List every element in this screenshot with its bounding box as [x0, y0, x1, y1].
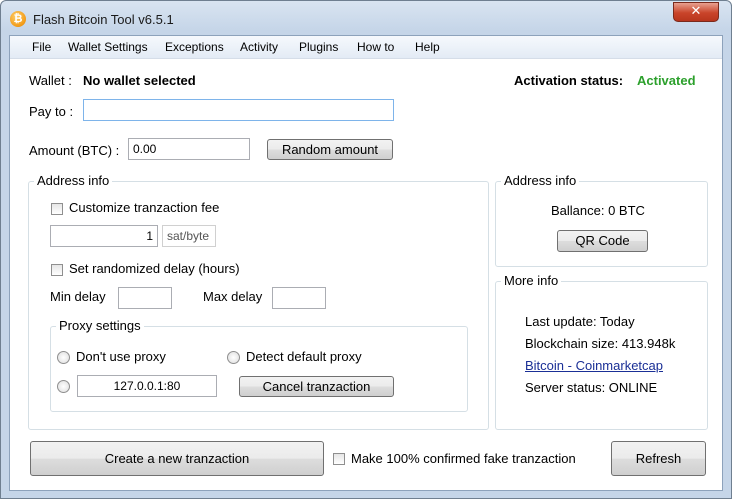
customize-fee-checkbox[interactable]: [51, 203, 63, 215]
fee-unit: sat/byte: [162, 225, 216, 247]
random-amount-button[interactable]: Random amount: [267, 139, 393, 160]
activation-label: Activation status:: [514, 73, 624, 88]
menu-activity[interactable]: Activity: [240, 40, 278, 54]
proxy-settings-title: Proxy settings: [56, 318, 144, 333]
create-tranzaction-button[interactable]: Create a new tranzaction: [30, 441, 324, 476]
max-delay-input[interactable]: [272, 287, 326, 309]
title-bar[interactable]: ₿ Flash Bitcoin Tool v6.5.1 ✕: [1, 1, 731, 35]
menu-bar: File Wallet Settings Exceptions Activity…: [10, 36, 722, 59]
dont-use-proxy-label: Don't use proxy: [76, 349, 166, 364]
wallet-value: No wallet selected: [83, 73, 196, 88]
detect-default-proxy-radio[interactable]: [227, 351, 240, 364]
menu-wallet-settings[interactable]: Wallet Settings: [68, 40, 148, 54]
randomized-delay-label: Set randomized delay (hours): [69, 261, 240, 276]
more-info-title: More info: [501, 273, 562, 288]
address-info-right-group: Address info Ballance: 0 BTC QR Code: [495, 173, 708, 267]
proxy-settings-group: Proxy settings Don't use proxy Detect de…: [50, 318, 468, 412]
detect-default-proxy-label: Detect default proxy: [246, 349, 362, 364]
activation-value: Activated: [637, 73, 696, 88]
app-window: ₿ Flash Bitcoin Tool v6.5.1 ✕ File Walle…: [0, 0, 732, 499]
custom-proxy-input[interactable]: 127.0.0.1:80: [77, 375, 217, 397]
dont-use-proxy-radio[interactable]: [57, 351, 70, 364]
menu-plugins[interactable]: Plugins: [299, 40, 338, 54]
fake-tranzaction-checkbox[interactable]: [333, 453, 345, 465]
address-info-right-title: Address info: [501, 173, 580, 188]
pay-to-label: Pay to :: [29, 104, 74, 119]
server-status-text: Server status: ONLINE: [525, 380, 658, 395]
cancel-tranzaction-button[interactable]: Cancel tranzaction: [239, 376, 394, 397]
menu-exceptions[interactable]: Exceptions: [165, 40, 224, 54]
fake-tranzaction-label: Make 100% confirmed fake tranzaction: [351, 451, 576, 466]
menu-how-to[interactable]: How to: [357, 40, 394, 54]
custom-proxy-radio[interactable]: [57, 380, 70, 393]
amount-input[interactable]: 0.00: [128, 138, 250, 160]
client-area: File Wallet Settings Exceptions Activity…: [9, 35, 723, 491]
customize-fee-label: Customize tranzaction fee: [69, 200, 220, 215]
balance-value: Ballance: 0 BTC: [551, 203, 645, 218]
menu-help[interactable]: Help: [415, 40, 440, 54]
qr-code-button[interactable]: QR Code: [557, 230, 648, 252]
pay-to-input[interactable]: [83, 99, 394, 121]
max-delay-label: Max delay: [203, 289, 263, 304]
min-delay-input[interactable]: [118, 287, 172, 309]
address-info-title: Address info: [34, 173, 113, 188]
last-update-text: Last update: Today: [525, 314, 635, 329]
window-title: Flash Bitcoin Tool v6.5.1: [33, 12, 174, 27]
fee-input[interactable]: 1: [50, 225, 158, 247]
min-delay-label: Min delay: [50, 289, 106, 304]
more-info-group: More info Last update: Today Blockchain …: [495, 273, 708, 430]
close-button[interactable]: ✕: [673, 2, 719, 22]
address-info-group: Address info Customize tranzaction fee 1…: [28, 173, 489, 430]
blockchain-size-text: Blockchain size: 413.948k: [525, 336, 676, 351]
bitcoin-icon: ₿: [10, 11, 26, 27]
refresh-button[interactable]: Refresh: [611, 441, 706, 476]
randomized-delay-checkbox[interactable]: [51, 264, 63, 276]
amount-label: Amount (BTC) :: [29, 143, 120, 158]
menu-file[interactable]: File: [32, 40, 51, 54]
wallet-label: Wallet :: [29, 73, 72, 88]
coinmarketcap-link[interactable]: Bitcoin - Coinmarketcap: [525, 358, 663, 373]
